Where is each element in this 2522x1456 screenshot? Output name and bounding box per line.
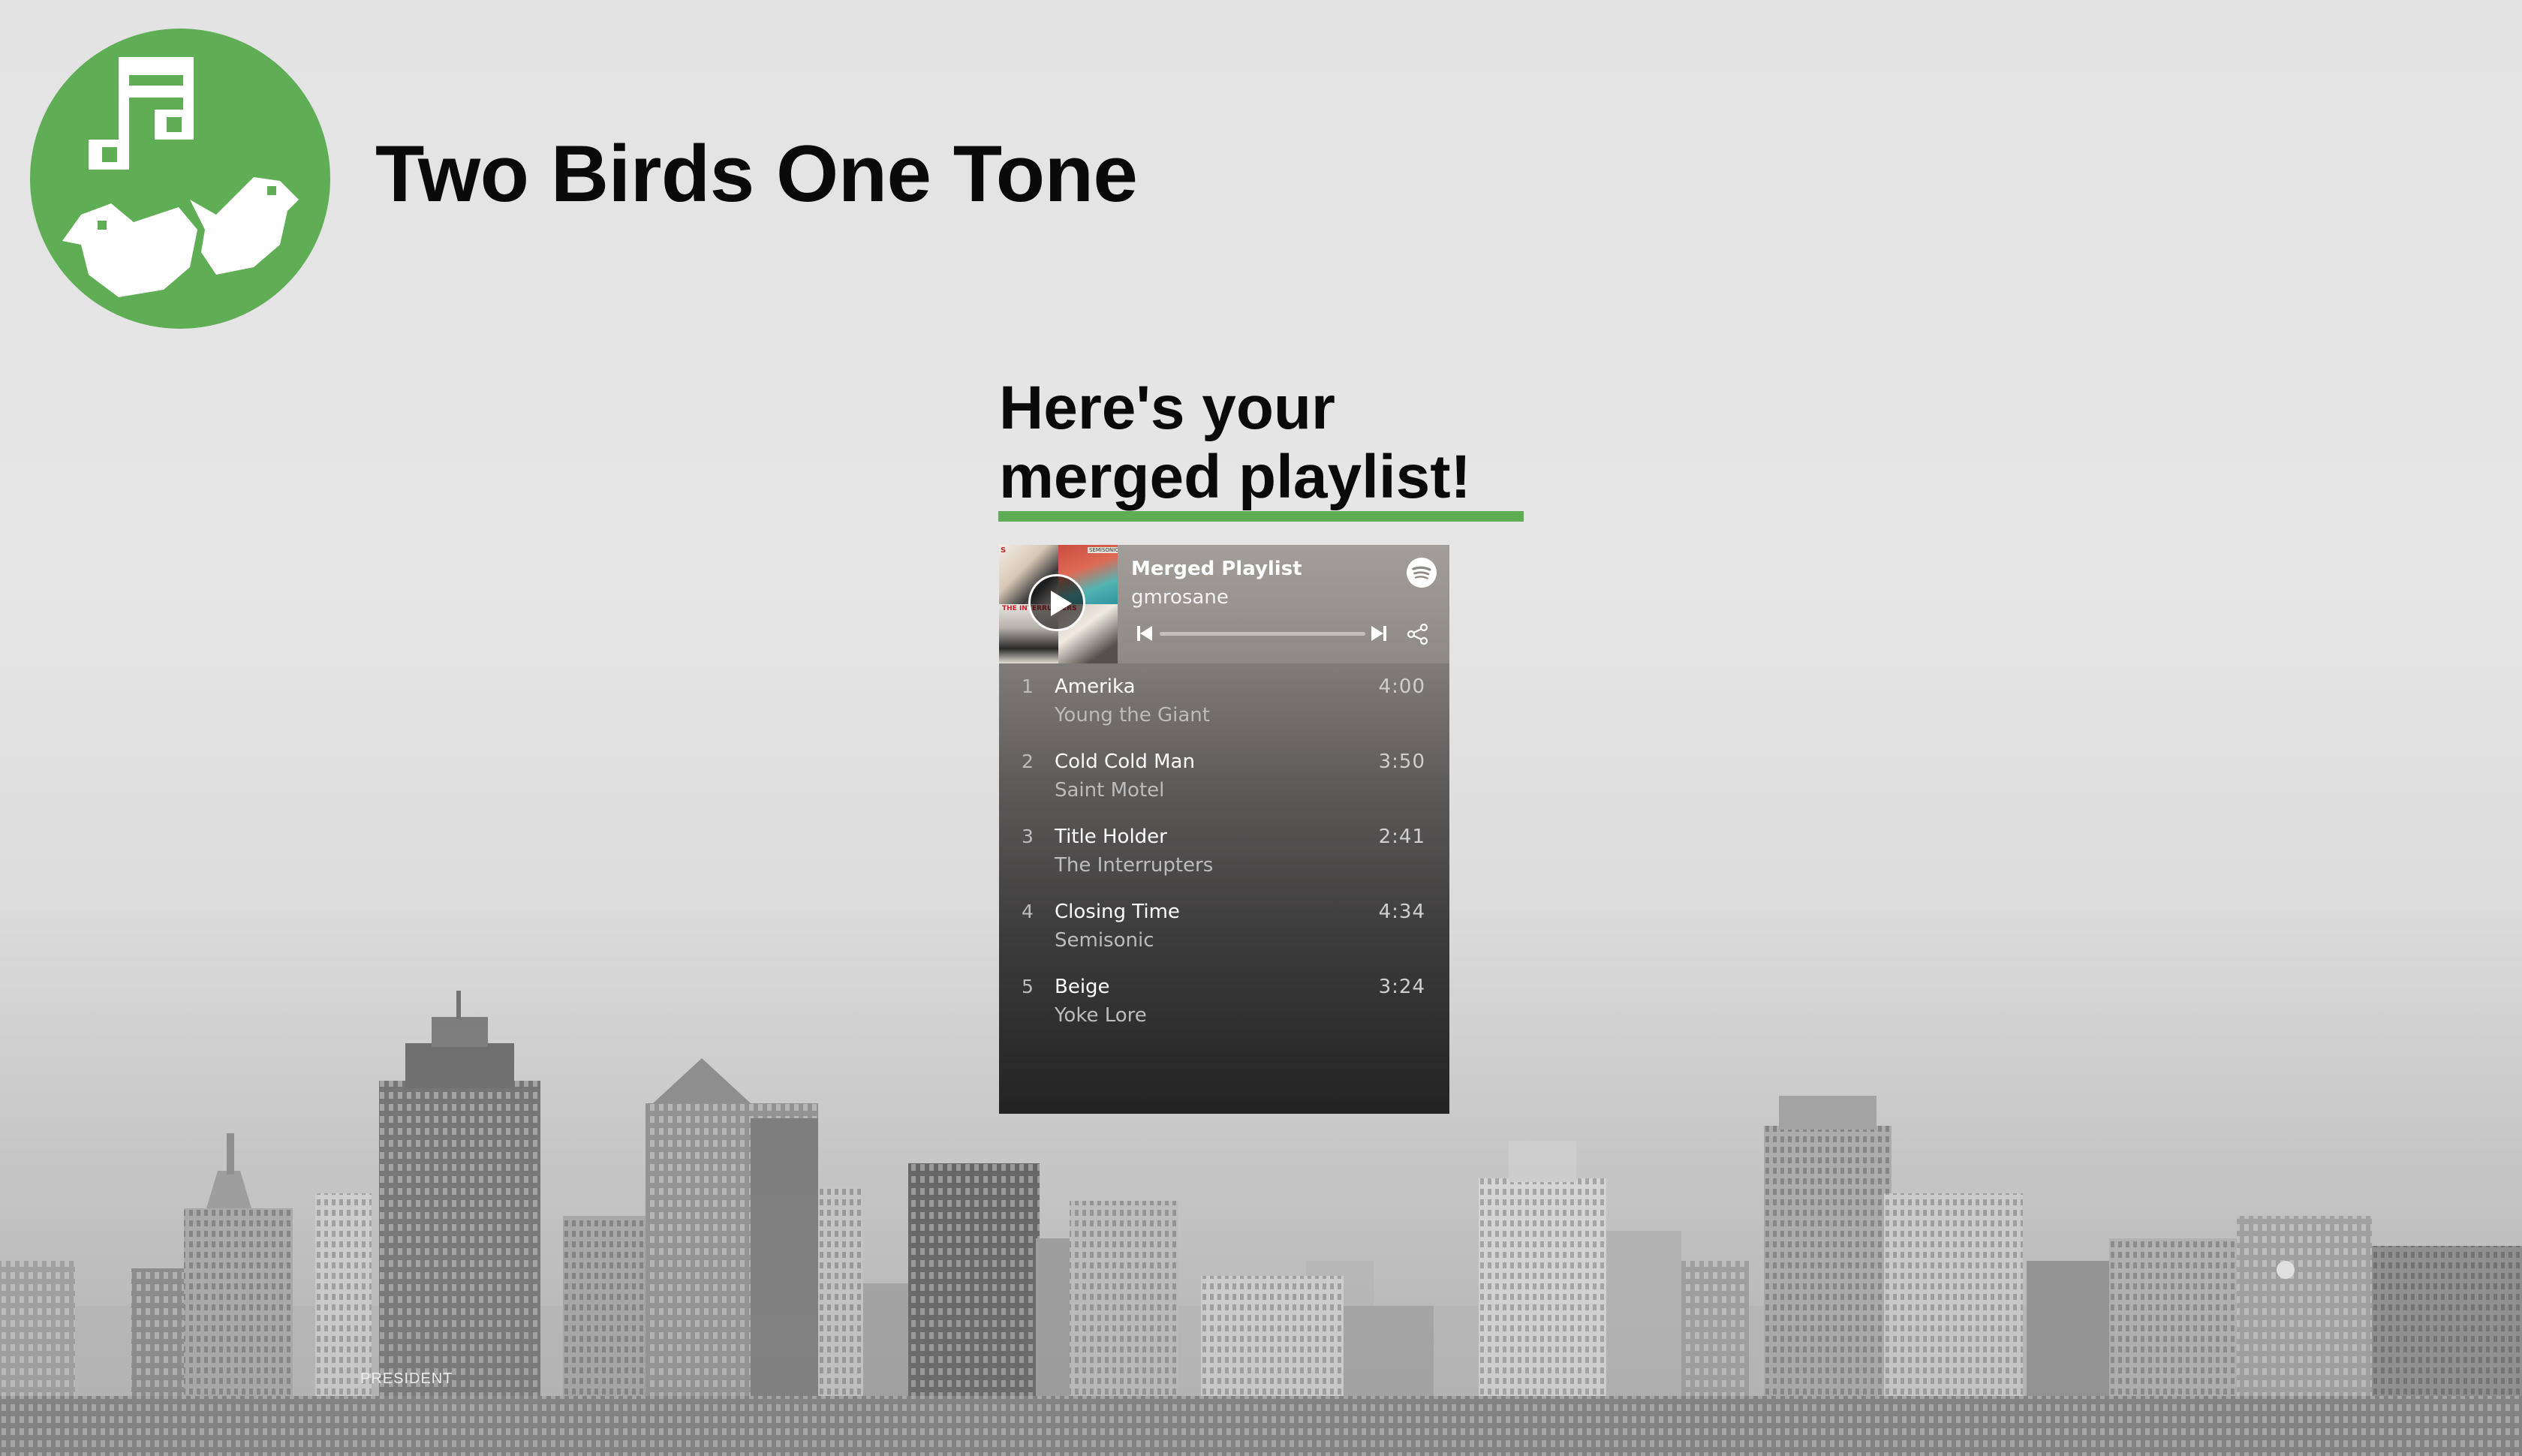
play-icon[interactable]: [1028, 574, 1085, 631]
track-name[interactable]: Beige: [1055, 976, 1110, 998]
track-duration: 3:50: [1378, 751, 1425, 773]
spotify-icon[interactable]: [1407, 558, 1437, 588]
track-duration: 4:34: [1378, 901, 1425, 923]
track-duration: 4:00: [1378, 675, 1425, 698]
track-artist[interactable]: Saint Motel: [1055, 779, 1164, 802]
track-number: 5: [1022, 976, 1034, 997]
track-name[interactable]: Amerika: [1055, 675, 1136, 698]
track-duration: 2:41: [1378, 826, 1425, 848]
track-number: 2: [1022, 751, 1034, 772]
skip-forward-icon[interactable]: [1370, 624, 1388, 642]
cover-text-2: SEMISONIC: [1088, 547, 1118, 553]
track-duration: 3:24: [1378, 976, 1425, 998]
logo-birds-music-icon: [30, 29, 330, 329]
track-artist[interactable]: Yoke Lore: [1055, 1004, 1147, 1027]
spotify-embed-player: S SEMISONIC THE INTERRUPTERS Merged Play…: [999, 545, 1449, 1114]
playlist-owner[interactable]: gmrosane: [1131, 586, 1229, 609]
track-name[interactable]: Closing Time: [1055, 901, 1180, 923]
track-number: 4: [1022, 901, 1034, 922]
playlist-cover-art: S SEMISONIC THE INTERRUPTERS: [999, 545, 1118, 663]
cover-text-1: S: [1001, 546, 1007, 555]
track-artist[interactable]: Young the Giant: [1055, 704, 1210, 726]
site-title: Two Birds One Tone: [375, 128, 1138, 218]
progress-bar[interactable]: [1160, 632, 1365, 636]
track-list: 1 Amerika Young the Giant 4:00 2 Cold Co…: [999, 663, 1449, 1039]
track-artist[interactable]: The Interrupters: [1055, 854, 1213, 877]
embed-header: S SEMISONIC THE INTERRUPTERS Merged Play…: [999, 545, 1449, 663]
heading-underline: [998, 511, 1524, 522]
track-row[interactable]: 5 Beige Yoke Lore 3:24: [999, 964, 1449, 1039]
track-row[interactable]: 1 Amerika Young the Giant 4:00: [999, 663, 1449, 739]
playlist-title[interactable]: Merged Playlist: [1131, 558, 1302, 580]
track-row[interactable]: 2 Cold Cold Man Saint Motel 3:50: [999, 739, 1449, 814]
result-heading-line-1: Here's your: [999, 374, 1335, 442]
track-name[interactable]: Cold Cold Man: [1055, 751, 1195, 773]
share-icon[interactable]: [1407, 623, 1429, 645]
track-number: 1: [1022, 675, 1034, 697]
building-sign: PRESIDENT: [360, 1370, 453, 1387]
track-number: 3: [1022, 826, 1034, 847]
track-artist[interactable]: Semisonic: [1055, 929, 1154, 952]
track-row[interactable]: 4 Closing Time Semisonic 4:34: [999, 889, 1449, 964]
track-row[interactable]: 3 Title Holder The Interrupters 2:41: [999, 814, 1449, 889]
skip-back-icon[interactable]: [1136, 624, 1154, 642]
result-heading: Here's your merged playlist!: [999, 374, 1471, 512]
track-name[interactable]: Title Holder: [1055, 826, 1167, 848]
result-heading-line-2: merged playlist!: [999, 443, 1471, 511]
